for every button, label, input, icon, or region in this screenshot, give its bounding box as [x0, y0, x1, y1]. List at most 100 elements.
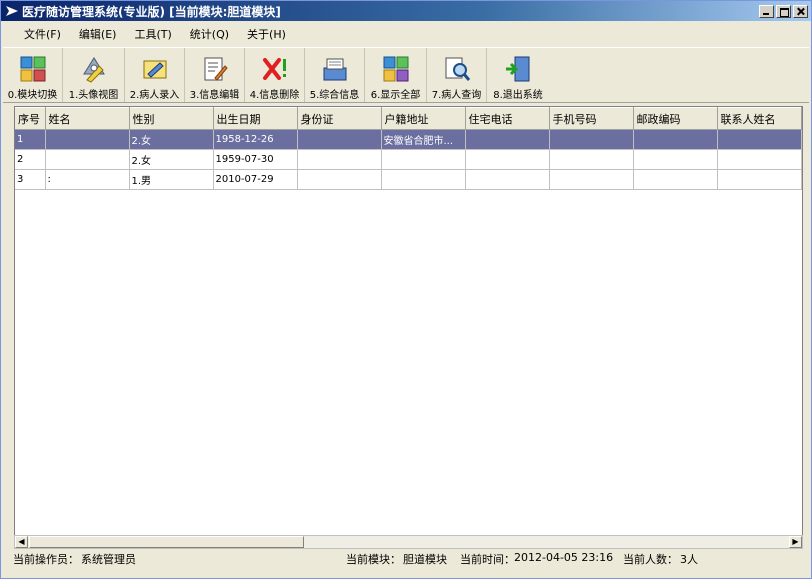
exit-icon — [506, 56, 530, 82]
table-cell[interactable] — [45, 149, 130, 170]
column-header[interactable]: 身份证 — [297, 107, 382, 130]
count-value: 3人 — [680, 553, 698, 566]
table-cell[interactable] — [633, 129, 718, 150]
patient-search-button[interactable]: 7.病人查询 — [427, 48, 487, 102]
table-cell[interactable] — [717, 129, 802, 150]
table-row[interactable]: 2 2.女 1959-07-30 — [15, 149, 802, 170]
table-header-row: 序号 姓名 性别 出生日期 身份证 户籍地址 住宅电话 手机号码 邮政编码 联系… — [15, 107, 802, 130]
patient-entry-label: 2.病人录入 — [129, 90, 180, 101]
horizontal-scrollbar[interactable]: ◀ ▶ — [14, 535, 803, 549]
operator-label: 当前操作员： — [13, 553, 79, 566]
summary-info-button[interactable]: 5.综合信息 — [305, 48, 365, 102]
operator-value: 系统管理员 — [81, 553, 136, 566]
close-button[interactable] — [793, 4, 808, 18]
minimize-button[interactable] — [759, 4, 774, 18]
table-cell[interactable] — [297, 149, 382, 170]
patient-entry-icon — [143, 60, 166, 79]
menu-file[interactable]: 文件(F) — [15, 24, 70, 44]
column-header[interactable]: 联系人姓名 — [717, 107, 802, 130]
column-header[interactable]: 性别 — [129, 107, 214, 130]
module-switch-label: 0.模块切换 — [7, 90, 58, 101]
table-cell[interactable]: 2.女 — [129, 129, 214, 150]
status-bar: 当前操作员： 系统管理员 当前模块： 胆道模块 当前时间： 2012-04-05… — [1, 550, 811, 566]
maximize-button[interactable] — [776, 4, 791, 18]
table-cell[interactable]: 安徽省合肥市... — [381, 129, 466, 150]
menu-edit[interactable]: 编辑(E) — [70, 24, 126, 44]
table-cell[interactable] — [717, 149, 802, 170]
toolbar: 0.模块切换 1.头像视图 2.病人录入 3.信息编辑 4.信息删除 5.综合信… — [3, 47, 809, 103]
main-window: 医疗随访管理系统(专业版) [当前模块:胆道模块] 文件(F) 编辑(E) 工具… — [0, 0, 812, 579]
table-cell[interactable] — [381, 149, 466, 170]
column-header[interactable]: 住宅电话 — [465, 107, 550, 130]
column-header[interactable]: 户籍地址 — [381, 107, 466, 130]
module-label: 当前模块： — [346, 553, 401, 566]
info-delete-icon — [262, 58, 286, 80]
patient-entry-button[interactable]: 2.病人录入 — [125, 48, 185, 102]
info-edit-icon — [204, 57, 228, 81]
window-title: 医疗随访管理系统(专业版) [当前模块:胆道模块] — [22, 4, 281, 19]
table-cell[interactable]: 2 — [15, 149, 46, 170]
scrollbar-thumb[interactable] — [29, 536, 304, 548]
table-cell[interactable] — [465, 129, 550, 150]
menu-tools[interactable]: 工具(T) — [125, 24, 180, 44]
info-delete-button[interactable]: 4.信息删除 — [245, 48, 305, 102]
summary-info-label: 5.综合信息 — [309, 90, 360, 101]
module-switch-button[interactable]: 0.模块切换 — [3, 48, 63, 102]
table-cell[interactable]: : — [45, 169, 130, 190]
show-all-button[interactable]: 6.显示全部 — [365, 48, 427, 102]
table-cell[interactable]: 3 — [15, 169, 46, 190]
info-delete-label: 4.信息删除 — [249, 90, 300, 101]
table-cell[interactable] — [45, 129, 130, 150]
column-header[interactable]: 姓名 — [45, 107, 130, 130]
app-icon — [6, 6, 18, 16]
summary-info-icon — [323, 58, 346, 81]
exit-button[interactable]: 8.退出系统 — [487, 48, 549, 102]
count-label: 当前人数： — [623, 553, 678, 566]
menu-bar: 文件(F) 编辑(E) 工具(T) 统计(Q) 关于(H) — [1, 23, 811, 45]
table-cell[interactable] — [633, 149, 718, 170]
menu-about[interactable]: 关于(H) — [238, 24, 295, 44]
table-cell[interactable]: 2.女 — [129, 149, 214, 170]
patient-table: 序号 姓名 性别 出生日期 身份证 户籍地址 住宅电话 手机号码 邮政编码 联系… — [15, 107, 802, 190]
table-row[interactable]: 1 2.女 1958-12-26 安徽省合肥市... — [15, 129, 802, 150]
table-cell[interactable] — [717, 169, 802, 190]
table-cell[interactable]: 1958-12-26 — [213, 129, 298, 150]
column-header[interactable]: 序号 — [15, 107, 46, 130]
table-cell[interactable] — [297, 169, 382, 190]
show-all-label: 6.显示全部 — [370, 90, 421, 101]
table-cell[interactable] — [549, 129, 634, 150]
table-row[interactable]: 3 : 1.男 2010-07-29 — [15, 169, 802, 190]
menu-statistics[interactable]: 统计(Q) — [181, 24, 238, 44]
table-cell[interactable] — [381, 169, 466, 190]
info-edit-button[interactable]: 3.信息编辑 — [185, 48, 245, 102]
table-cell[interactable] — [549, 169, 634, 190]
table-cell[interactable]: 1 — [15, 129, 46, 150]
table-cell[interactable]: 1.男 — [129, 169, 214, 190]
avatar-view-icon — [82, 57, 105, 83]
show-all-icon — [383, 56, 408, 82]
patient-grid[interactable]: 序号 姓名 性别 出生日期 身份证 户籍地址 住宅电话 手机号码 邮政编码 联系… — [14, 106, 803, 536]
exit-label: 8.退出系统 — [493, 90, 543, 101]
table-cell[interactable]: 1959-07-30 — [213, 149, 298, 170]
table-cell[interactable] — [633, 169, 718, 190]
table-cell[interactable] — [549, 149, 634, 170]
time-value: 2012-04-05 23:16 — [514, 551, 614, 564]
table-cell[interactable] — [465, 149, 550, 170]
table-cell[interactable]: 2010-07-29 — [213, 169, 298, 190]
scroll-right-icon[interactable]: ▶ — [789, 536, 802, 548]
column-header[interactable]: 手机号码 — [549, 107, 634, 130]
avatar-view-label: 1.头像视图 — [68, 90, 119, 101]
title-bar[interactable]: 医疗随访管理系统(专业版) [当前模块:胆道模块] — [1, 1, 811, 21]
patient-search-icon — [445, 57, 470, 81]
module-switch-icon — [20, 56, 45, 82]
column-header[interactable]: 邮政编码 — [633, 107, 718, 130]
table-cell[interactable] — [297, 129, 382, 150]
module-value: 胆道模块 — [403, 553, 447, 566]
time-label: 当前时间： — [460, 553, 515, 566]
patient-search-label: 7.病人查询 — [431, 90, 482, 101]
column-header[interactable]: 出生日期 — [213, 107, 298, 130]
info-edit-label: 3.信息编辑 — [189, 90, 240, 101]
scroll-left-icon[interactable]: ◀ — [15, 536, 28, 548]
table-cell[interactable] — [465, 169, 550, 190]
avatar-view-button[interactable]: 1.头像视图 — [63, 48, 125, 102]
